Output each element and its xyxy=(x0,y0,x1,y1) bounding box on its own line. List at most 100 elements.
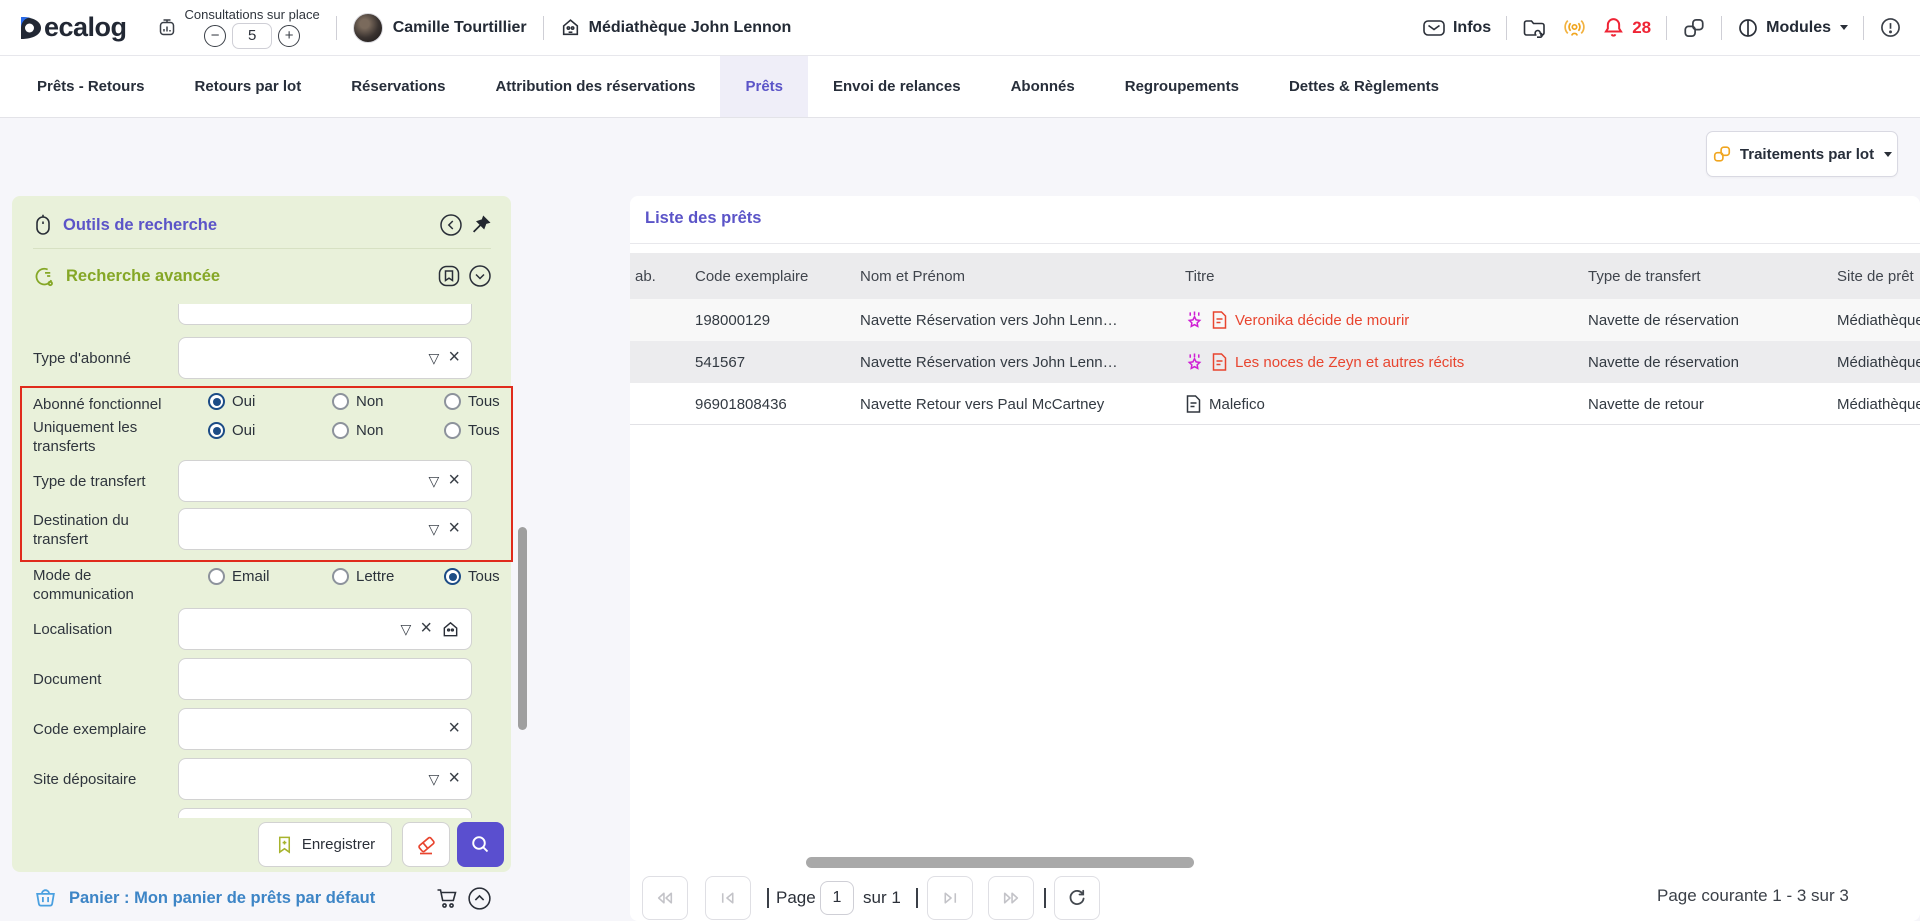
radio-tous[interactable]: Tous xyxy=(444,568,500,585)
info-circle-icon[interactable] xyxy=(1879,16,1902,39)
basket-icon xyxy=(33,886,58,910)
loan-title-link[interactable]: Les noces de Zeyn et autres récits xyxy=(1235,354,1464,371)
decalog-logo[interactable]: ecalog xyxy=(18,12,127,43)
filter-icon[interactable]: ▽ xyxy=(429,474,440,488)
location-label: Localisation xyxy=(33,620,175,639)
radio-tous[interactable]: Tous xyxy=(444,422,500,439)
increment-button[interactable]: + xyxy=(278,25,300,47)
clear-icon[interactable]: × xyxy=(448,347,460,367)
clear-icon[interactable]: × xyxy=(448,718,460,738)
next-page-button[interactable] xyxy=(927,876,973,920)
cart-icon[interactable] xyxy=(435,886,461,911)
expand-basket-icon[interactable] xyxy=(466,885,493,912)
loan-title-link[interactable]: Veronika décide de mourir xyxy=(1235,312,1409,329)
item-code-input[interactable]: × xyxy=(178,708,472,750)
filter-icon[interactable]: ▽ xyxy=(401,622,412,636)
cell-transfer-type: Navette de réservation xyxy=(1588,299,1739,341)
current-site[interactable]: Médiathèque John Lennon xyxy=(560,17,792,38)
document-icon xyxy=(1211,352,1228,372)
tab-prets[interactable]: Prêts xyxy=(720,56,808,117)
clear-icon[interactable]: × xyxy=(448,518,460,538)
separator xyxy=(916,888,918,908)
clear-icon[interactable]: × xyxy=(448,470,460,490)
tab-regroupements[interactable]: Regroupements xyxy=(1100,56,1264,117)
site-picker-icon[interactable] xyxy=(441,620,460,639)
tab-attribution-reservations[interactable]: Attribution des réservations xyxy=(470,56,720,117)
loan-title-link[interactable]: Malefico xyxy=(1209,396,1265,413)
cell-item-code: 198000129 xyxy=(695,299,770,341)
deposit-site-input[interactable]: ▽ × xyxy=(178,758,472,800)
filter-icon[interactable]: ▽ xyxy=(429,772,440,786)
folder-cloud-icon[interactable] xyxy=(1522,17,1547,39)
transfer-destination-input[interactable]: ▽ × xyxy=(178,508,472,550)
column-header-transfer-type[interactable]: Type de transfert xyxy=(1588,253,1701,299)
first-page-button[interactable] xyxy=(642,876,688,920)
column-header-title[interactable]: Titre xyxy=(1185,253,1214,299)
tab-reservations[interactable]: Réservations xyxy=(326,56,470,117)
column-header-code[interactable]: Code exemplaire xyxy=(695,253,808,299)
consultations-count[interactable]: 5 xyxy=(232,23,272,49)
radio-icon xyxy=(444,568,461,585)
collapse-section-icon[interactable] xyxy=(467,263,493,289)
clipped-input[interactable] xyxy=(178,304,472,325)
clipped-input[interactable] xyxy=(178,808,472,818)
table-row[interactable]: 198000129 Navette Réservation vers John … xyxy=(630,299,1920,341)
radio-tous[interactable]: Tous xyxy=(444,393,500,410)
table-horizontal-scrollbar[interactable] xyxy=(806,857,1194,868)
saved-search-icon[interactable] xyxy=(436,263,462,289)
subscriber-type-input[interactable]: ▽ × xyxy=(178,337,472,379)
tab-dettes-reglements[interactable]: Dettes & Règlements xyxy=(1264,56,1464,117)
infos-button[interactable]: Infos xyxy=(1422,18,1491,38)
save-search-button[interactable]: Enregistrer xyxy=(258,822,392,867)
table-row[interactable]: 541567 Navette Réservation vers John Len… xyxy=(630,341,1920,383)
sidebar-scrollbar[interactable] xyxy=(518,527,527,730)
tab-abonnes[interactable]: Abonnés xyxy=(986,56,1100,117)
user-avatar[interactable] xyxy=(353,13,383,43)
filter-icon[interactable]: ▽ xyxy=(429,522,440,536)
clear-icon[interactable]: × xyxy=(420,618,432,638)
link-icon xyxy=(1712,144,1732,164)
tab-label: Retours par lot xyxy=(195,78,302,95)
loans-table-header: ab. Code exemplaire Nom et Prénom Titre … xyxy=(630,253,1920,299)
table-row[interactable]: 96901808436 Navette Retour vers Paul McC… xyxy=(630,383,1920,425)
header-actions: Infos 28 xyxy=(1422,16,1902,40)
column-header-loan-site[interactable]: Site de prêt xyxy=(1837,253,1914,299)
radio-email[interactable]: Email xyxy=(208,568,270,585)
radio-icon xyxy=(208,422,225,439)
location-input[interactable]: ▽ × xyxy=(178,608,472,650)
run-search-button[interactable] xyxy=(457,822,504,867)
pin-icon[interactable] xyxy=(469,213,493,237)
collapse-left-icon[interactable] xyxy=(438,212,464,238)
last-page-button[interactable] xyxy=(988,876,1034,920)
tab-label: Réservations xyxy=(351,78,445,95)
tab-envoi-relances[interactable]: Envoi de relances xyxy=(808,56,986,117)
decrement-button[interactable]: − xyxy=(204,25,226,47)
radio-oui[interactable]: Oui xyxy=(208,393,255,410)
transfer-type-input[interactable]: ▽ × xyxy=(178,460,472,502)
current-user[interactable]: Camille Tourtillier xyxy=(353,13,527,43)
broadcast-icon[interactable] xyxy=(1562,16,1587,40)
previous-page-button[interactable] xyxy=(705,876,751,920)
document-input[interactable] xyxy=(178,658,472,700)
link-batch-icon[interactable] xyxy=(1682,16,1706,40)
tab-prets-retours[interactable]: Prêts - Retours xyxy=(12,56,170,117)
page-number-input[interactable] xyxy=(820,881,854,915)
tab-retours-par-lot[interactable]: Retours par lot xyxy=(170,56,327,117)
column-header-name[interactable]: Nom et Prénom xyxy=(860,253,965,299)
radio-oui[interactable]: Oui xyxy=(208,422,255,439)
communication-mode-field: Mode de communication Email Lettre Tous xyxy=(12,568,511,592)
radio-non[interactable]: Non xyxy=(332,393,384,410)
refresh-button[interactable] xyxy=(1054,876,1100,920)
clear-form-button[interactable] xyxy=(402,822,450,867)
document-label: Document xyxy=(33,670,175,689)
filter-icon[interactable]: ▽ xyxy=(429,351,440,365)
modules-menu[interactable]: Modules xyxy=(1737,17,1848,39)
header-divider xyxy=(1863,16,1864,40)
clear-icon[interactable]: × xyxy=(448,768,460,788)
column-header-ab[interactable]: ab. xyxy=(635,253,656,299)
batch-actions-button[interactable]: Traitements par lot xyxy=(1706,131,1898,177)
notifications[interactable]: 28 xyxy=(1602,16,1651,39)
radio-lettre[interactable]: Lettre xyxy=(332,568,394,585)
radio-icon xyxy=(444,422,461,439)
radio-non[interactable]: Non xyxy=(332,422,384,439)
